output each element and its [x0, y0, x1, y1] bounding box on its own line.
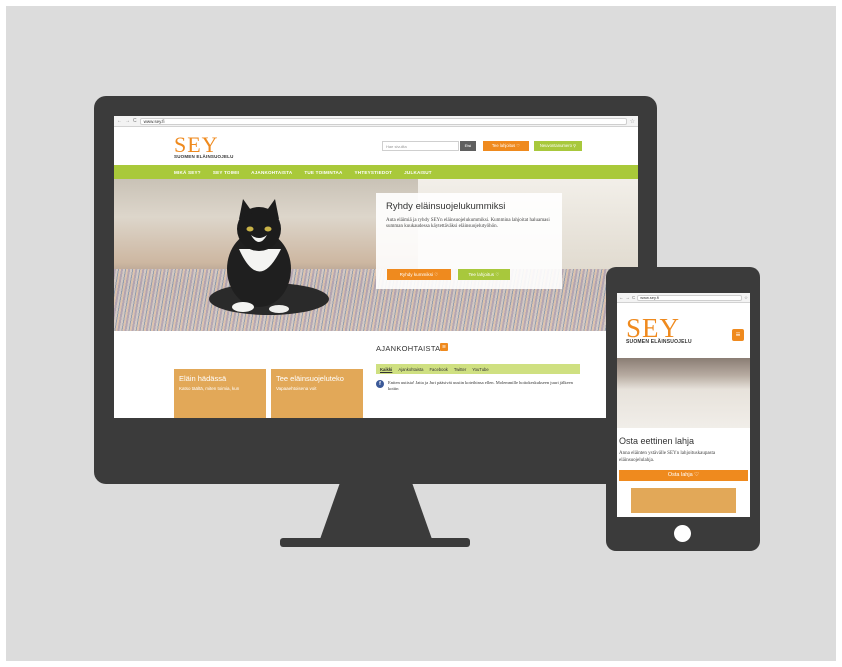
- facebook-icon: f: [376, 380, 384, 388]
- monitor-stand-base: [280, 538, 470, 547]
- logo-main: SEY: [174, 132, 219, 157]
- nav-item-ajankohtaista[interactable]: AJANKOHTAISTA: [251, 170, 292, 175]
- logo-sub: SUOMEN ELÄINSUOJELU: [174, 154, 234, 159]
- nav-item-julkaisut[interactable]: JULKAISUT: [404, 170, 432, 175]
- rss-icon[interactable]: ≋: [440, 343, 448, 351]
- reload-icon[interactable]: C: [632, 295, 635, 300]
- hero-banner: Ryhdy eläinsuojelukummiksi Auta eläimiä …: [114, 179, 638, 331]
- address-bar[interactable]: www.sey.fi: [139, 117, 627, 125]
- search-input[interactable]: Hae sivuilta: [382, 141, 459, 151]
- sey-logo[interactable]: SEY SUOMEN ELÄINSUOJELU: [626, 313, 692, 346]
- nav-item-tue-toimintaa[interactable]: TUE TOIMINTAA: [304, 170, 342, 175]
- news-tabs: Kaikki Ajankohtaista Facebook Twitter Yo…: [376, 364, 580, 374]
- news-item[interactable]: f Eniten uutisia! Jatta ja Juri pääsivät…: [376, 380, 580, 391]
- mobile-browser-toolbar: ← → C www.sey.fi ☆: [617, 293, 750, 303]
- desktop-screen: ← → C www.sey.fi ☆ SEY SUOMEN ELÄINSUOJE…: [114, 116, 638, 418]
- main-nav: MIKÄ SEY? SEY TOIMII AJANKOHTAISTA TUE T…: [114, 165, 638, 179]
- mobile-title: Osta eettinen lahja: [619, 436, 695, 446]
- logo-sub: SUOMEN ELÄINSUOJELU: [626, 339, 692, 345]
- search-button[interactable]: Etsi: [460, 141, 476, 151]
- helpline-button[interactable]: Neuvontanumero ⚲: [534, 141, 582, 151]
- card-animal-protection-deed[interactable]: Tee eläinsuojeluteko Vapaaehtoisena voit: [271, 369, 363, 418]
- star-icon[interactable]: ☆: [744, 295, 748, 301]
- sey-logo[interactable]: SEY SUOMEN ELÄINSUOJELU: [174, 132, 234, 160]
- nav-item-yhteystiedot[interactable]: YHTEYSTIEDOT: [355, 170, 393, 175]
- buy-gift-button[interactable]: Osta lahja ♡: [619, 470, 748, 481]
- card-title: Tee eläinsuojeluteko: [276, 374, 344, 383]
- hero-title: Ryhdy eläinsuojelukummiksi: [386, 201, 506, 212]
- hamburger-menu-icon[interactable]: ≡: [732, 329, 744, 341]
- nav-item-sey-toimii[interactable]: SEY TOIMII: [213, 170, 239, 175]
- desktop-monitor: ← → C www.sey.fi ☆ SEY SUOMEN ELÄINSUOJE…: [94, 96, 657, 484]
- site-header: SEY SUOMEN ELÄINSUOJELU Hae sivuilta Ets…: [114, 127, 638, 165]
- back-icon[interactable]: ←: [117, 118, 122, 124]
- nav-item-mika-sey[interactable]: MIKÄ SEY?: [174, 170, 201, 175]
- become-sponsor-button[interactable]: Ryhdy kummiksi ♡: [387, 269, 451, 280]
- logo-main: SEY: [626, 313, 681, 343]
- mobile-header: SEY SUOMEN ELÄINSUOJELU ≡: [617, 303, 750, 358]
- hero-text: Auta eläimiä ja ryhdy SEYn eläinsuojeluk…: [386, 218, 550, 230]
- news-item-text: Eniten uutisia! Jatta ja Juri pääsivät u…: [388, 380, 573, 391]
- mobile-screen: ← → C www.sey.fi ☆ SEY SUOMEN ELÄINSUOJE…: [617, 293, 750, 517]
- mobile-text: Anna eläinten ystävälle SEYn lahjoituska…: [619, 451, 716, 463]
- forward-icon[interactable]: →: [125, 118, 130, 124]
- reload-icon[interactable]: C: [133, 118, 137, 124]
- tab-twitter[interactable]: Twitter: [454, 367, 466, 372]
- browser-toolbar: ← → C www.sey.fi ☆: [114, 116, 638, 127]
- tab-kaikki[interactable]: Kaikki: [380, 367, 392, 372]
- mobile-card[interactable]: [631, 488, 736, 513]
- card-text: Katso täältä, miten toimia, kun: [179, 386, 240, 391]
- mobile-hero-image: [617, 358, 750, 428]
- mobile-phone: ← → C www.sey.fi ☆ SEY SUOMEN ELÄINSUOJE…: [606, 267, 760, 551]
- news-title: AJANKOHTAISTA: [376, 344, 441, 353]
- card-title: Eläin hädässä: [179, 374, 227, 383]
- donate-button[interactable]: Tee lahjoitus ♡: [483, 141, 529, 151]
- tab-ajankohtaista[interactable]: Ajankohtaista: [398, 367, 423, 372]
- back-icon[interactable]: ←: [619, 295, 624, 300]
- star-icon[interactable]: ☆: [630, 118, 635, 125]
- cat-image: [209, 199, 329, 315]
- content-area: Eläin hädässä Katso täältä, miten toimia…: [114, 331, 638, 418]
- card-animal-in-distress[interactable]: Eläin hädässä Katso täältä, miten toimia…: [174, 369, 266, 418]
- tab-facebook[interactable]: Facebook: [430, 367, 448, 372]
- card-text: Vapaaehtoisena voit: [276, 386, 317, 391]
- tab-youtube[interactable]: YouTube: [472, 367, 488, 372]
- hero-donate-button[interactable]: Tee lahjoitus ♡: [458, 269, 510, 280]
- forward-icon[interactable]: →: [626, 295, 631, 300]
- address-bar[interactable]: www.sey.fi: [637, 294, 742, 301]
- hero-callout: Ryhdy eläinsuojelukummiksi Auta eläimiä …: [376, 193, 562, 289]
- home-button[interactable]: [674, 525, 691, 542]
